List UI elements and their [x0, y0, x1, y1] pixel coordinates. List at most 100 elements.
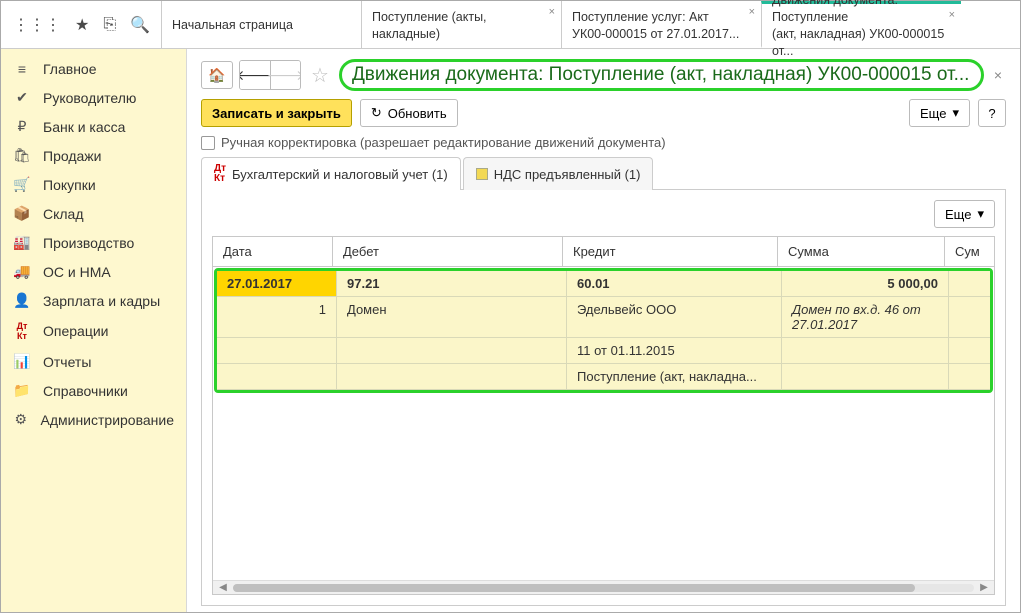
sidebar-item-main[interactable]: ≡Главное	[1, 55, 186, 83]
truck-icon: 🚚	[13, 263, 31, 280]
tab-subtitle: УК00-000015 от 27.01.2017...	[572, 26, 751, 43]
more-label: Еще	[920, 106, 946, 121]
favorites-icon[interactable]: ★	[75, 15, 89, 35]
table-row[interactable]: 1 Домен Эдельвейс ООО Домен по вх.д. 46 …	[217, 297, 990, 338]
close-icon[interactable]: ×	[749, 5, 755, 20]
cell-credit-sub: Эдельвейс ООО	[567, 297, 782, 338]
debit-credit-icon: ДтКт	[13, 321, 31, 341]
apps-icon[interactable]: ⋮⋮⋮	[13, 15, 61, 35]
tab-title: Начальная страница	[172, 17, 351, 34]
scroll-left-icon[interactable]: ◀	[217, 582, 229, 593]
tab-receipts[interactable]: Поступление (акты, накладные) ×	[361, 1, 561, 48]
sidebar-item-sales[interactable]: 🛍 Продажи	[1, 141, 186, 170]
back-button[interactable]: 🡐	[240, 61, 270, 89]
favorite-icon[interactable]: ☆	[311, 63, 329, 88]
sidebar-item-directories[interactable]: 📁 Справочники	[1, 376, 186, 405]
cart-icon: 🛒	[13, 176, 31, 193]
subtab-accounting[interactable]: ДтКт Бухгалтерский и налоговый учет (1)	[201, 157, 461, 190]
refresh-label: Обновить	[388, 106, 447, 121]
gear-icon: ⚙	[13, 411, 29, 428]
sidebar-item-admin[interactable]: ⚙Администрирование	[1, 405, 186, 434]
subtab-label: НДС предъявленный (1)	[494, 167, 641, 182]
sidebar-item-payroll[interactable]: 👤Зарплата и кадры	[1, 286, 186, 315]
tab-services-act[interactable]: Поступление услуг: Акт УК00-000015 от 27…	[561, 1, 761, 48]
scroll-track[interactable]	[233, 584, 974, 592]
sidebar-item-assets[interactable]: 🚚ОС и НМА	[1, 257, 186, 286]
sidebar-item-operations[interactable]: ДтКт Операции	[1, 315, 186, 347]
sidebar-item-label: Продажи	[43, 148, 101, 164]
sidebar-item-manager[interactable]: ✔ Руководителю	[1, 83, 186, 112]
history-icon[interactable]: ⎘	[103, 16, 116, 34]
cell-empty	[217, 364, 337, 390]
scroll-right-icon[interactable]: ▶	[978, 582, 990, 593]
col-credit[interactable]: Кредит	[563, 237, 778, 266]
table-row[interactable]: Поступление (акт, накладна...	[217, 364, 990, 390]
person-icon: 👤	[13, 292, 31, 309]
sidebar-item-label: Главное	[43, 61, 97, 77]
home-button[interactable]: 🏠	[201, 61, 233, 89]
table-row[interactable]: 27.01.2017 97.21 60.01 5 000,00	[217, 271, 990, 297]
manager-icon: ✔	[13, 89, 31, 106]
help-button[interactable]: ?	[978, 99, 1006, 127]
cell-sum2	[949, 364, 990, 390]
more-label: Еще	[945, 207, 971, 222]
posting-group: 27.01.2017 97.21 60.01 5 000,00 1 Домен …	[214, 268, 993, 393]
refresh-button[interactable]: ↻Обновить	[360, 99, 458, 127]
cell-comment: Домен по вх.д. 46 от 27.01.2017	[782, 297, 949, 338]
save-close-button[interactable]: Записать и закрыть	[201, 99, 352, 127]
sidebar-item-label: Банк и касса	[43, 119, 125, 135]
sidebar-item-purchases[interactable]: 🛒 Покупки	[1, 170, 186, 199]
cell-sum2	[949, 297, 990, 338]
cell-empty	[337, 364, 567, 390]
tab-home[interactable]: Начальная страница	[161, 1, 361, 48]
sidebar-item-label: Справочники	[43, 383, 128, 399]
close-icon[interactable]: ×	[949, 8, 955, 23]
dropdown-icon: ▾	[952, 105, 959, 121]
col-sum2[interactable]: Сум	[945, 237, 994, 266]
col-debit[interactable]: Дебет	[333, 237, 563, 266]
sidebar-item-bank[interactable]: ₽ Банк и касса	[1, 112, 186, 141]
tab-document-movements[interactable]: Движения документа: Поступление (акт, на…	[761, 1, 961, 48]
sidebar-item-production[interactable]: 🏭 Производство	[1, 228, 186, 257]
table-row[interactable]: 11 от 01.11.2015	[217, 338, 990, 364]
cell-empty	[217, 338, 337, 364]
dropdown-icon: ▾	[977, 206, 984, 222]
subtab-vat[interactable]: НДС предъявленный (1)	[463, 157, 654, 190]
folder-icon: 📁	[13, 382, 31, 399]
sidebar-item-label: Руководителю	[43, 90, 136, 106]
col-date[interactable]: Дата	[213, 237, 333, 266]
forward-button[interactable]: 🡒	[270, 61, 300, 89]
col-sum[interactable]: Сумма	[778, 237, 945, 266]
chart-icon: 📊	[13, 353, 31, 370]
ruble-icon: ₽	[13, 118, 31, 135]
bag-icon: 🛍	[13, 147, 31, 164]
tab-title: Движения документа: Поступление	[772, 0, 951, 26]
sidebar-item-warehouse[interactable]: 📦Склад	[1, 199, 186, 228]
cell-credit: 60.01	[567, 271, 782, 297]
box-icon: 📦	[13, 205, 31, 222]
sidebar-item-reports[interactable]: 📊 Отчеты	[1, 347, 186, 376]
cell-credit-sub: 11 от 01.11.2015	[567, 338, 782, 364]
grid-more-button[interactable]: Еще ▾	[934, 200, 995, 228]
more-button[interactable]: Еще ▾	[909, 99, 970, 127]
manual-edit-checkbox[interactable]	[201, 136, 215, 150]
vat-icon	[476, 168, 488, 180]
factory-icon: 🏭	[13, 234, 31, 251]
cell-credit-sub: Поступление (акт, накладна...	[567, 364, 782, 390]
tab-title: Поступление услуг: Акт	[572, 9, 751, 26]
sidebar-item-label: Отчеты	[43, 354, 91, 370]
search-icon[interactable]: 🔍	[130, 15, 150, 35]
horizontal-scrollbar[interactable]: ◀ ▶	[213, 580, 994, 594]
debit-credit-icon: ДтКт	[214, 164, 226, 184]
sidebar-item-label: Производство	[43, 235, 134, 251]
manual-edit-label: Ручная корректировка (разрешает редактир…	[221, 135, 666, 150]
close-icon[interactable]: ×	[990, 67, 1006, 83]
cell-date: 27.01.2017	[217, 271, 337, 297]
sidebar-item-label: Операции	[43, 323, 109, 339]
close-icon[interactable]: ×	[549, 5, 555, 20]
sidebar-item-label: Покупки	[43, 177, 96, 193]
scroll-thumb[interactable]	[233, 584, 915, 592]
cell-debit: 97.21	[337, 271, 567, 297]
cell-empty	[782, 338, 949, 364]
cell-sum: 5 000,00	[782, 271, 949, 297]
